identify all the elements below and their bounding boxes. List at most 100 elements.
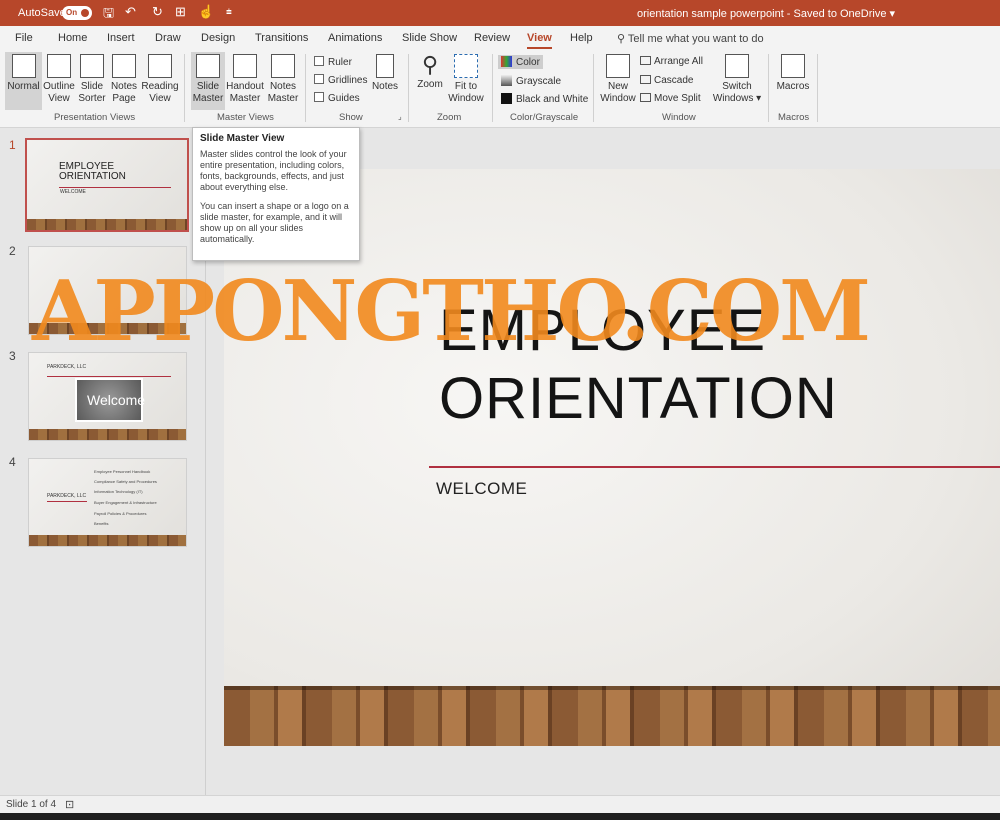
thumb-title-rule	[59, 187, 171, 188]
tell-me-search[interactable]: ⚲ Tell me what you want to do	[617, 32, 764, 45]
slide-number: 2	[9, 244, 16, 258]
save-icon[interactable]: 🖫	[103, 4, 114, 26]
switch-windows-label-2: Windows ▾	[712, 93, 762, 104]
new-window-icon	[606, 54, 630, 78]
tab-review[interactable]: Review	[474, 32, 510, 44]
slide-master-label: Slide	[196, 81, 220, 92]
ribbon-tabs: File Home Insert Draw Design Transitions…	[0, 26, 1000, 50]
document-title[interactable]: orientation sample powerpoint - Saved to…	[637, 7, 895, 20]
autosave-toggle[interactable]: On	[62, 6, 92, 20]
group-label-color-grayscale: Color/Grayscale	[510, 112, 579, 123]
thumb-bullet: Employee Personnel Handbook	[94, 469, 151, 474]
thumb-bullet: Buyer Engagement & Infrastructure	[94, 500, 157, 505]
slide-master-icon	[196, 54, 220, 78]
grayscale-button[interactable]: Grayscale	[501, 75, 561, 87]
accessibility-icon[interactable]: ⊡	[65, 798, 74, 811]
arrange-all-button[interactable]: Arrange All	[640, 56, 703, 67]
outline-view-button[interactable]: Outline View	[42, 52, 76, 105]
outline-view-icon	[47, 54, 71, 78]
notes-toggle-button[interactable]: Notes	[370, 52, 400, 93]
black-and-white-button[interactable]: Black and White	[501, 93, 588, 105]
ruler-checkbox[interactable]: Ruler	[314, 56, 352, 68]
title-bar: AutoSave On 🖫 ↶ ↻ ⊞ ☝ ⩧ orientation samp…	[0, 0, 1000, 26]
cascade-button[interactable]: Cascade	[640, 75, 693, 86]
switch-windows-button[interactable]: Switch Windows ▾	[712, 52, 762, 105]
arrange-all-icon	[640, 56, 651, 65]
slide-sorter-button[interactable]: Slide Sorter	[78, 52, 106, 105]
group-label-window: Window	[662, 112, 696, 123]
reading-view-button[interactable]: Reading View	[141, 52, 179, 105]
switch-windows-icon	[725, 54, 749, 78]
slide-thumbnail-pane: 1 EMPLOYEE ORIENTATION WELCOME 2 3 PARKDE…	[0, 129, 206, 795]
color-button[interactable]: Color	[498, 55, 543, 69]
slide-master-label-2: Master	[192, 93, 224, 104]
tab-animations[interactable]: Animations	[328, 32, 382, 44]
slide-number: 3	[9, 349, 16, 363]
slide-sorter-label: Slide	[80, 81, 104, 92]
tab-help[interactable]: Help	[570, 32, 593, 44]
tab-draw[interactable]: Draw	[155, 32, 181, 44]
tab-insert[interactable]: Insert	[107, 32, 135, 44]
slide-subtitle[interactable]: WELCOME	[436, 479, 527, 499]
handout-master-label-2: Master	[229, 93, 261, 104]
normal-view-button[interactable]: Normal	[5, 52, 42, 110]
touch-mode-icon[interactable]: ☝	[198, 4, 214, 20]
bw-swatch-icon	[501, 93, 512, 104]
new-window-label: New	[607, 81, 628, 92]
checkbox-box	[314, 56, 324, 66]
dialog-launcher-icon[interactable]: ⌟	[398, 112, 402, 121]
lightbulb-icon: ⚲	[617, 33, 628, 45]
undo-icon[interactable]: ↶	[125, 4, 136, 20]
ruler-label: Ruler	[328, 57, 352, 68]
cascade-icon	[640, 75, 651, 84]
slide-master-button[interactable]: Slide Master	[191, 52, 225, 110]
group-separator	[817, 54, 818, 122]
grayscale-label: Grayscale	[516, 76, 562, 87]
present-icon[interactable]: ⊞	[175, 4, 186, 20]
new-window-button[interactable]: New Window	[600, 52, 636, 105]
welcome-image: Welcome	[75, 378, 145, 422]
zoom-label: Zoom	[417, 79, 443, 90]
fit-to-window-button[interactable]: Fit to Window	[448, 52, 484, 105]
notes-page-label: Notes	[110, 81, 138, 92]
macros-button[interactable]: Macros	[775, 52, 811, 93]
thumb-heading: PARKDECK, LLC	[47, 364, 87, 370]
tab-slide-show[interactable]: Slide Show	[402, 32, 457, 44]
tab-file[interactable]: File	[15, 32, 33, 44]
customize-qat-icon[interactable]: ⩧	[226, 7, 232, 18]
notes-label: Notes	[371, 81, 399, 92]
slide-sorter-icon	[80, 54, 104, 78]
thumb-subtitle: WELCOME	[60, 189, 86, 195]
tooltip-paragraph: You can insert a shape or a logo on a sl…	[200, 201, 349, 244]
fit-to-window-label-2: Window	[448, 93, 484, 104]
group-separator	[408, 54, 409, 122]
notes-page-button[interactable]: Notes Page	[110, 52, 138, 105]
tab-transitions[interactable]: Transitions	[255, 32, 308, 44]
move-split-button[interactable]: Move Split	[640, 93, 701, 104]
tab-view[interactable]: View	[527, 32, 552, 49]
handout-master-label: Handout	[226, 81, 264, 92]
status-bar: Slide 1 of 4 ⊡	[0, 795, 1000, 813]
guides-checkbox[interactable]: Guides	[314, 92, 360, 104]
notes-master-button[interactable]: Notes Master	[267, 52, 299, 105]
thumb-heading: PARKDECK, LLC	[47, 493, 87, 499]
group-separator	[492, 54, 493, 122]
new-window-label-2: Window	[600, 93, 636, 104]
thumb-floor	[27, 219, 187, 230]
group-label-master-views: Master Views	[217, 112, 274, 123]
normal-view-icon	[11, 54, 36, 78]
slide-thumbnail-4[interactable]: PARKDECK, LLC Employee Personnel Handboo…	[28, 458, 187, 547]
watermark-text: APPONGTHO.COM	[32, 262, 871, 360]
zoom-button[interactable]: ⚲ Zoom	[414, 52, 446, 91]
notes-master-label: Notes	[269, 81, 297, 92]
slide-thumbnail-3[interactable]: PARKDECK, LLC Welcome	[28, 352, 187, 441]
slide-title-line-2: ORIENTATION	[439, 366, 838, 431]
redo-icon[interactable]: ↻	[152, 4, 163, 20]
slide-thumbnail-1[interactable]: EMPLOYEE ORIENTATION WELCOME	[25, 138, 189, 232]
gridlines-checkbox[interactable]: Gridlines	[314, 74, 367, 86]
tooltip-title: Slide Master View	[200, 133, 285, 144]
tab-design[interactable]: Design	[201, 32, 235, 44]
tab-home[interactable]: Home	[58, 32, 87, 44]
handout-master-button[interactable]: Handout Master	[226, 52, 264, 105]
move-split-label: Move Split	[654, 93, 701, 104]
